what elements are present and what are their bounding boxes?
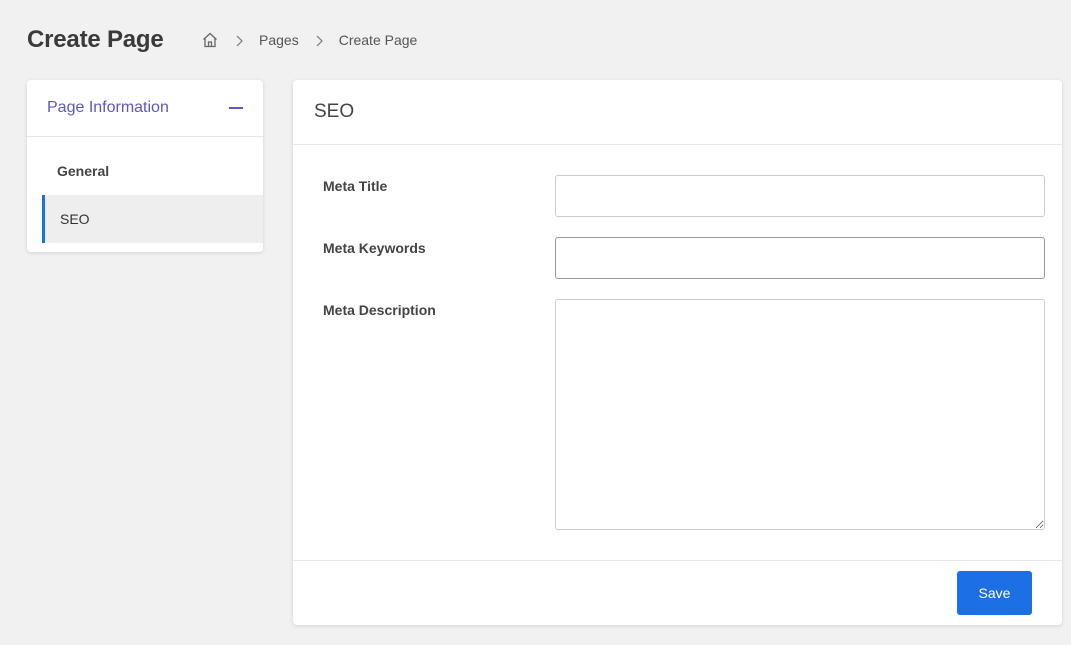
chevron-right-icon bbox=[234, 34, 244, 47]
save-button[interactable]: Save bbox=[957, 571, 1032, 615]
sidebar-item-label: SEO bbox=[60, 211, 90, 227]
minus-icon[interactable] bbox=[228, 100, 244, 116]
sidebar-item-seo[interactable]: SEO bbox=[42, 195, 263, 243]
breadcrumb: Pages Create Page bbox=[201, 31, 417, 49]
home-icon[interactable] bbox=[201, 31, 219, 49]
meta-description-label: Meta Description bbox=[323, 302, 436, 318]
page-information-panel: Page Information General SEO bbox=[27, 80, 263, 252]
sidebar-menu: General SEO bbox=[27, 137, 263, 243]
meta-title-label: Meta Title bbox=[323, 178, 388, 194]
sidebar-item-label: General bbox=[57, 163, 110, 179]
meta-keywords-input[interactable] bbox=[555, 237, 1045, 279]
panel-title: Page Information bbox=[47, 99, 169, 116]
seo-form-card: SEO Meta Title Meta Keywords Meta Descri… bbox=[293, 80, 1062, 625]
section-title: SEO bbox=[293, 80, 1062, 145]
page-title: Create Page bbox=[27, 26, 164, 53]
breadcrumb-item-pages[interactable]: Pages bbox=[259, 32, 299, 48]
breadcrumb-item-current: Create Page bbox=[338, 32, 418, 48]
panel-header[interactable]: Page Information bbox=[27, 80, 263, 137]
meta-title-input[interactable] bbox=[555, 175, 1045, 217]
chevron-right-icon bbox=[314, 34, 324, 47]
form-footer bbox=[293, 560, 1062, 561]
meta-description-textarea[interactable] bbox=[555, 299, 1045, 530]
sidebar-item-general[interactable]: General bbox=[42, 147, 263, 195]
meta-keywords-label: Meta Keywords bbox=[323, 240, 426, 256]
